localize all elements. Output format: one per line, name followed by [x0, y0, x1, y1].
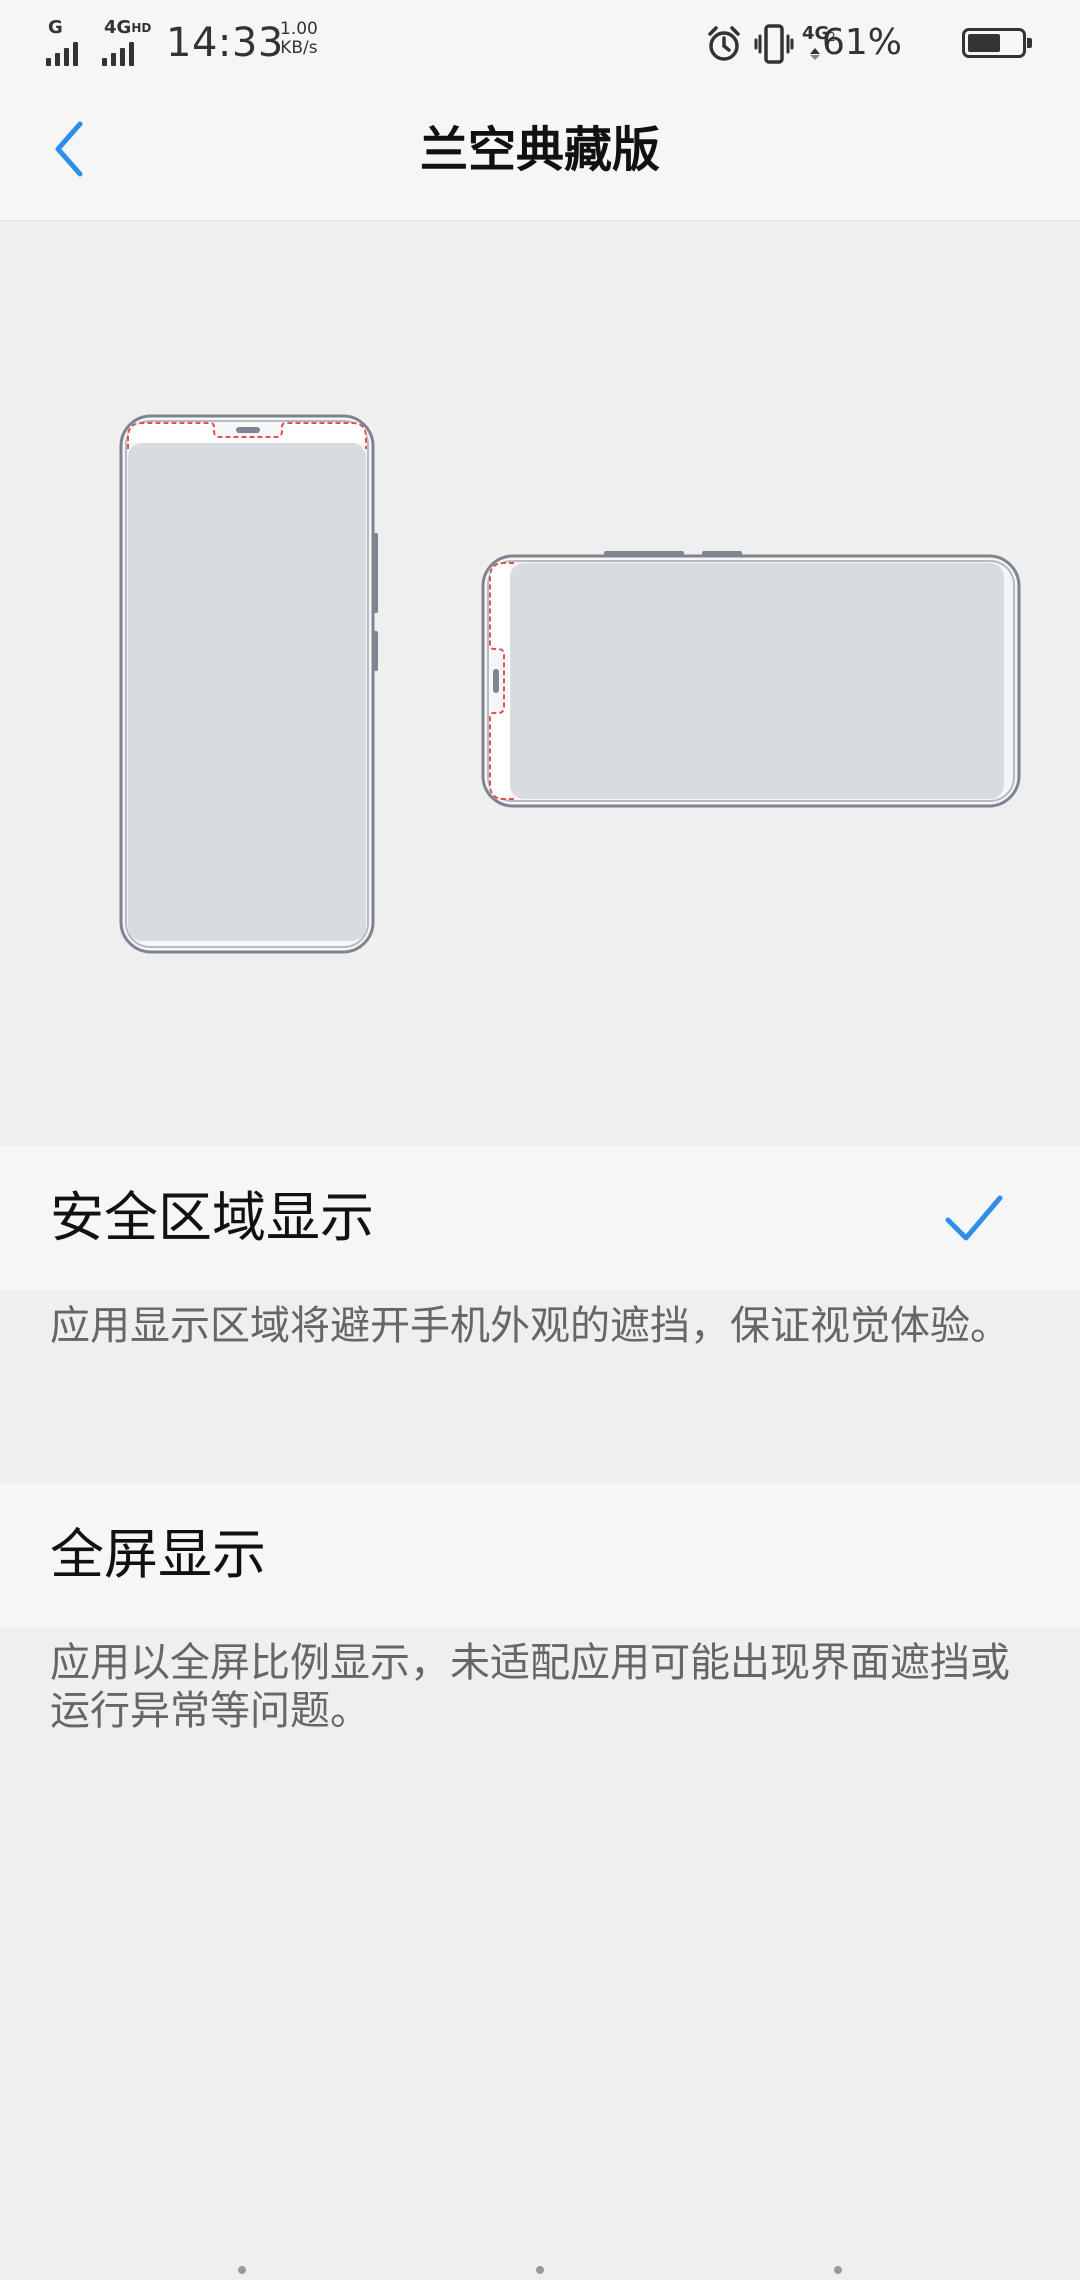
nav-dot [536, 2266, 544, 2274]
network-speed-value: 1.00 [280, 19, 318, 39]
landscape-phone-illustration [481, 551, 1021, 808]
data-activity-icon [810, 48, 820, 60]
nav-dot [834, 2266, 842, 2274]
option-description: 应用显示区域将避开手机外观的遮挡，保证视觉体验。 [50, 1303, 1010, 1349]
full-screen-display-option[interactable]: 全屏显示 [0, 1483, 1080, 1627]
battery-level [968, 34, 1000, 52]
alarm-icon [708, 26, 740, 61]
battery-percent: 61% [821, 22, 902, 63]
safe-area-display-option[interactable]: 安全区域显示 [0, 1146, 1080, 1290]
app-bar: 兰空典藏版 [0, 84, 1080, 221]
network-speed: 1.00 KB/s [280, 20, 318, 58]
option-description: 应用以全屏比例显示，未适配应用可能出现界面遮挡或运行异常等问题。 [50, 1640, 1010, 1734]
display-mode-preview [0, 221, 1080, 1145]
nav-dot [238, 2266, 246, 2274]
hd-label: HD [131, 21, 152, 35]
status-bar: G 4GHD 14:33 1.00 KB/s 4G 2 61% [0, 0, 1080, 84]
page-title: 兰空典藏版 [419, 122, 660, 178]
battery-icon [962, 28, 1032, 58]
sim2-network-label: 4G [104, 17, 132, 38]
navigation-gesture-bar [0, 2260, 1080, 2280]
signal-icon: G [46, 18, 96, 66]
network-speed-unit: KB/s [280, 38, 318, 58]
option-label: 安全区域显示 [50, 1186, 374, 1249]
portrait-phone-illustration [119, 414, 378, 954]
status-right: 4G 2 61% [674, 18, 1034, 68]
clock: 14:33 [166, 20, 284, 66]
option-label: 全屏显示 [50, 1523, 266, 1586]
checkmark-icon [945, 1195, 1003, 1241]
sim1-network-label: G [48, 17, 63, 38]
signal-icon: 4GHD [102, 18, 152, 66]
vibrate-icon [754, 24, 794, 64]
